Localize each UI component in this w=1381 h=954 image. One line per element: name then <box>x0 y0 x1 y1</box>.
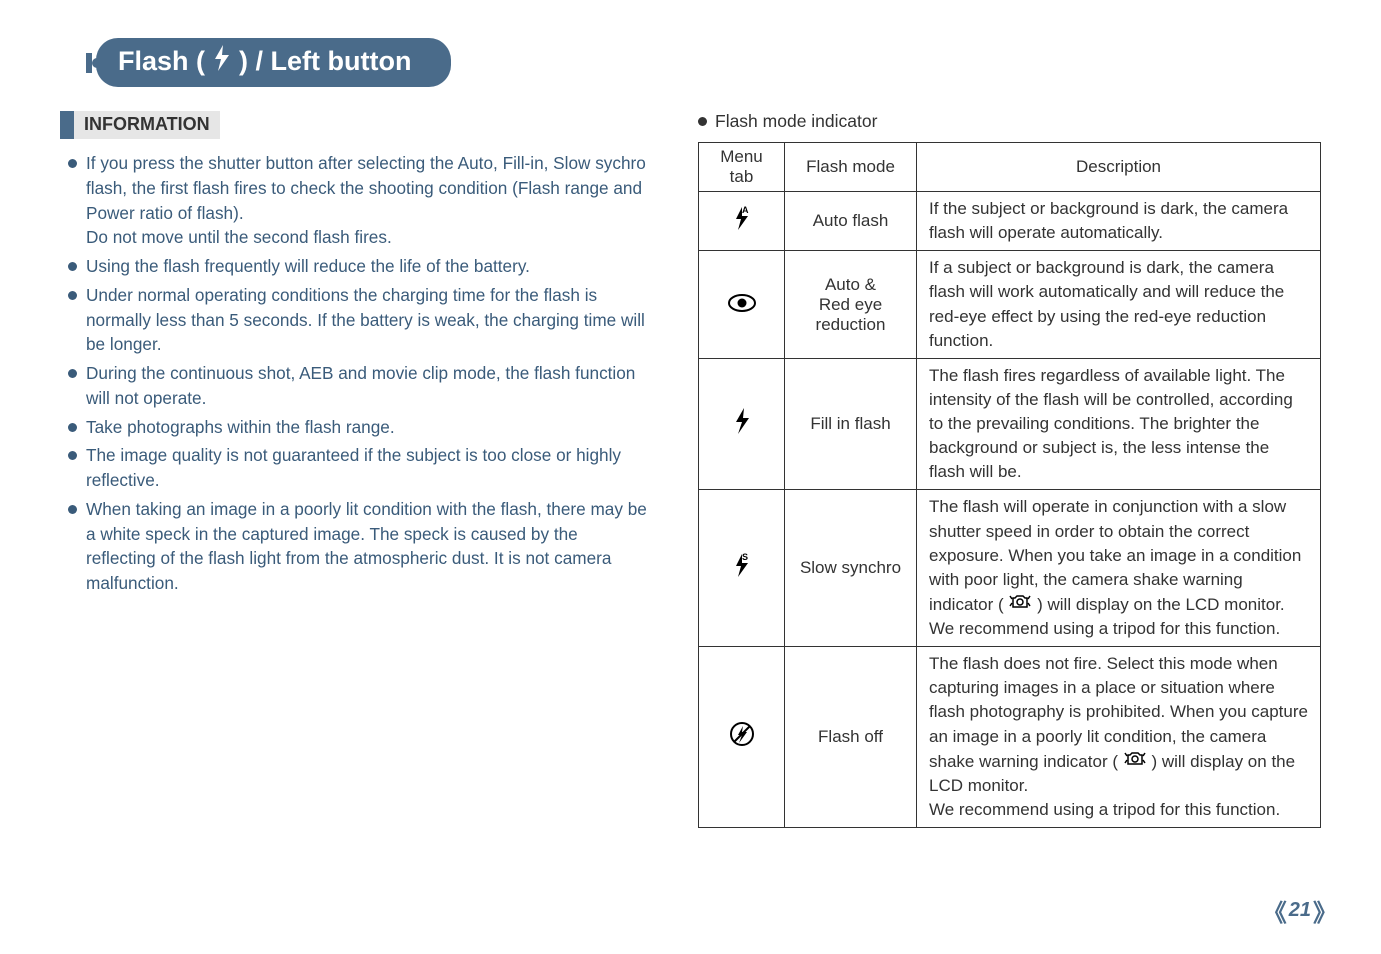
title-prefix: Flash ( <box>118 46 205 77</box>
camera-shake-icon <box>1008 592 1032 610</box>
table-row: Auto & Red eye reduction If a subject or… <box>699 251 1321 359</box>
page-title-container: Flash ( ) / Left button <box>60 38 1321 87</box>
auto-flash-icon: A <box>729 205 755 238</box>
desc-cell: The flash will operate in conjunction wi… <box>917 490 1321 647</box>
mode-cell: Fill in flash <box>785 358 917 490</box>
desc-cell: The flash does not fire. Select this mod… <box>917 647 1321 828</box>
info-item: When taking an image in a poorly lit con… <box>68 497 648 596</box>
page-number: 《21》 <box>1263 893 1337 928</box>
col-desc: Description <box>917 143 1321 192</box>
fill-flash-icon <box>731 407 753 442</box>
table-row: Fill in flash The flash fires regardless… <box>699 358 1321 490</box>
desc-cell: If a subject or background is dark, the … <box>917 251 1321 359</box>
mode-cell: Flash off <box>785 647 917 828</box>
slow-synchro-icon: S <box>729 552 755 585</box>
mode-cell: Slow synchro <box>785 490 917 647</box>
svg-text:S: S <box>742 552 748 562</box>
info-item: The image quality is not guaranteed if t… <box>68 443 648 493</box>
table-lead: Flash mode indicator <box>698 111 1321 132</box>
redeye-icon <box>727 289 757 320</box>
desc-cell: The flash fires regardless of available … <box>917 358 1321 490</box>
information-heading: INFORMATION <box>60 111 220 139</box>
flash-table-panel: Flash mode indicator Menu tab Flash mode… <box>698 111 1321 828</box>
info-item: During the continuous shot, AEB and movi… <box>68 361 648 411</box>
flash-icon <box>213 45 231 78</box>
mode-cell: Auto & Red eye reduction <box>785 251 917 359</box>
page-title: Flash ( ) / Left button <box>96 38 451 87</box>
table-row: S Slow synchro The flash will operate in… <box>699 490 1321 647</box>
flash-mode-table: Menu tab Flash mode Description A Auto f… <box>698 142 1321 828</box>
mode-cell: Auto flash <box>785 192 917 251</box>
flash-off-icon <box>728 720 756 755</box>
info-item: If you press the shutter button after se… <box>68 151 648 225</box>
title-suffix: ) / Left button <box>239 46 411 77</box>
info-item: Using the flash frequently will reduce t… <box>68 254 648 279</box>
col-menu: Menu tab <box>699 143 785 192</box>
info-subline: Do not move until the second flash fires… <box>68 225 648 250</box>
info-item: Under normal operating conditions the ch… <box>68 283 648 357</box>
info-item: Take photographs within the flash range. <box>68 415 648 440</box>
table-row: Flash off The flash does not fire. Selec… <box>699 647 1321 828</box>
desc-cell: If the subject or background is dark, th… <box>917 192 1321 251</box>
table-row: A Auto flash If the subject or backgroun… <box>699 192 1321 251</box>
svg-text:A: A <box>742 205 749 215</box>
camera-shake-icon <box>1123 749 1147 767</box>
information-panel: INFORMATION If you press the shutter but… <box>60 111 652 828</box>
col-mode: Flash mode <box>785 143 917 192</box>
